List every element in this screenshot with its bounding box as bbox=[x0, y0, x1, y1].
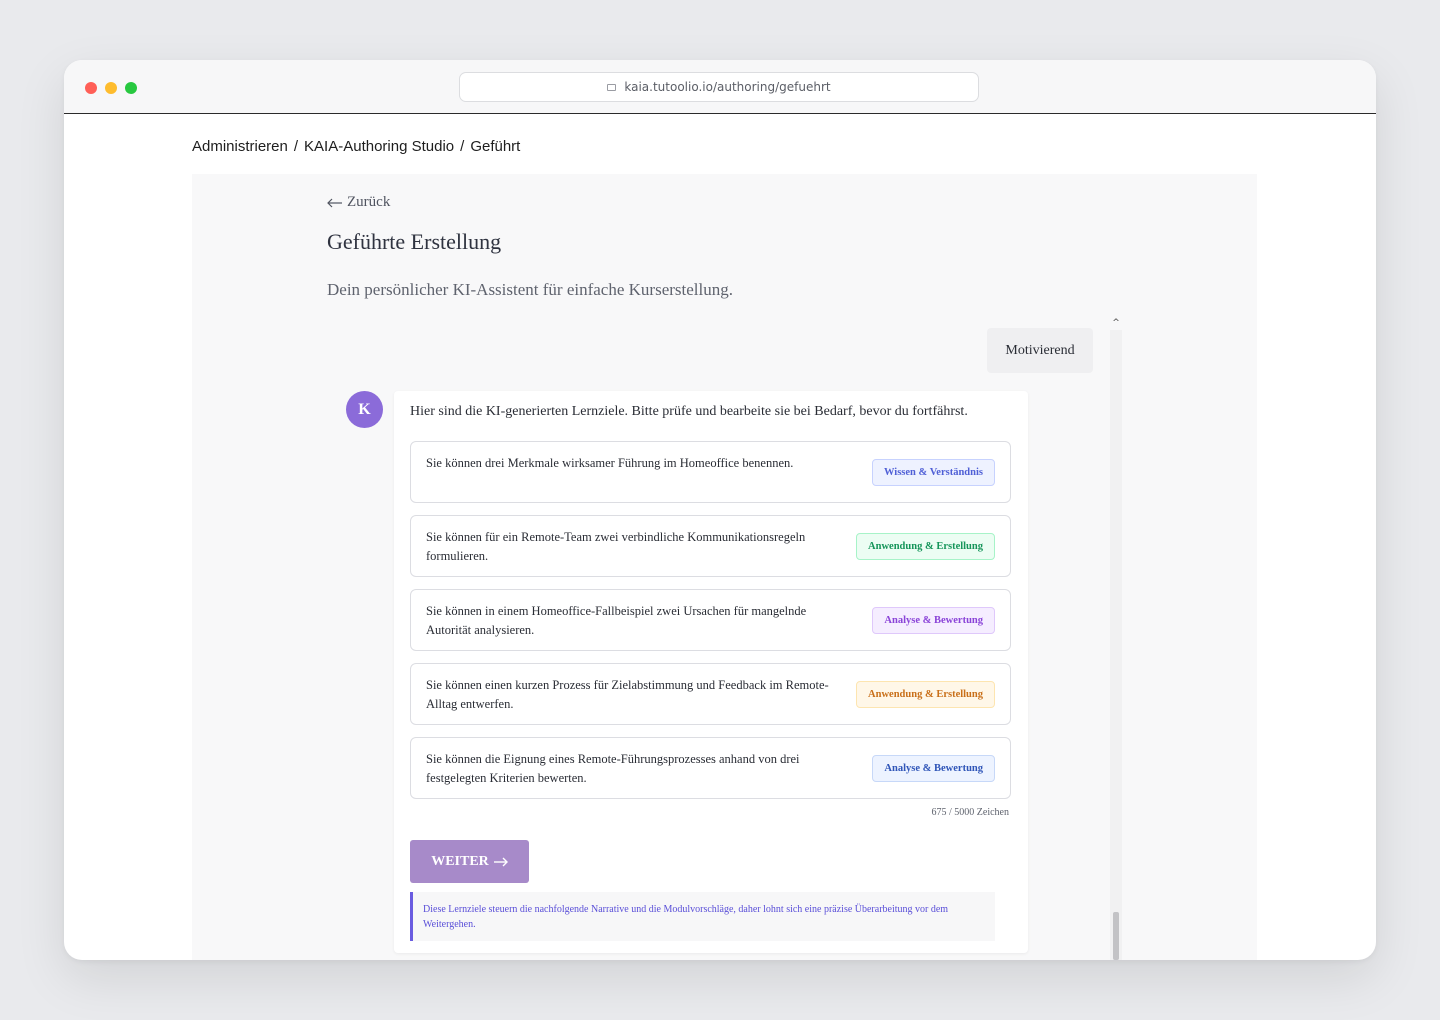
objective-text[interactable]: Sie können für ein Remote-Team zwei verb… bbox=[426, 528, 846, 566]
back-link[interactable]: Zurück bbox=[327, 194, 390, 211]
breadcrumb-separator: / bbox=[460, 138, 465, 155]
scroll-rail[interactable] bbox=[1110, 330, 1122, 960]
address-text: kaia.tutoolio.io/authoring/gefuehrt bbox=[624, 80, 831, 94]
breadcrumb-item-admin[interactable]: Administrieren bbox=[192, 138, 288, 155]
arrow-left-icon bbox=[327, 198, 342, 207]
objective-text[interactable]: Sie können einen kurzen Prozess für Ziel… bbox=[426, 676, 846, 714]
breadcrumb-item-guided: Geführt bbox=[470, 138, 521, 155]
objective-card[interactable]: Sie können drei Merkmale wirksamer Führu… bbox=[410, 441, 1011, 503]
assistant-intro: Hier sind die KI-generierten Lernziele. … bbox=[410, 404, 968, 419]
hint-note: Diese Lernziele steuern die nachfolgende… bbox=[410, 892, 995, 941]
objective-text[interactable]: Sie können drei Merkmale wirksamer Führu… bbox=[426, 454, 846, 473]
arrow-right-icon bbox=[493, 857, 508, 866]
close-window-dot[interactable] bbox=[85, 82, 97, 94]
browser-titlebar: kaia.tutoolio.io/authoring/gefuehrt bbox=[64, 60, 1376, 114]
breadcrumb-item-studio[interactable]: KAIA-Authoring Studio bbox=[304, 138, 454, 155]
page-icon bbox=[607, 83, 617, 91]
assistant-avatar: K bbox=[346, 391, 383, 428]
address-bar[interactable]: kaia.tutoolio.io/authoring/gefuehrt bbox=[459, 72, 979, 102]
objective-level-tag: Analyse & Bewertung bbox=[872, 607, 995, 634]
objective-card[interactable]: Sie können einen kurzen Prozess für Ziel… bbox=[410, 663, 1011, 725]
breadcrumb: Administrieren / KAIA-Authoring Studio /… bbox=[192, 138, 520, 155]
objective-level-tag: Wissen & Verständnis bbox=[871, 459, 995, 486]
minimize-window-dot[interactable] bbox=[105, 82, 117, 94]
next-button-label: WEITER bbox=[431, 853, 489, 869]
breadcrumb-separator: / bbox=[293, 138, 299, 155]
objective-level-tag: Analyse & Bewertung bbox=[872, 755, 995, 782]
back-label: Zurück bbox=[347, 194, 391, 210]
objective-level-tag: Anwendung & Erstellung bbox=[856, 681, 995, 708]
chat-scrollbar[interactable]: ^ bbox=[1110, 318, 1122, 960]
main-panel: Zurück Geführte Erstellung Dein persönli… bbox=[192, 174, 1257, 960]
objective-card[interactable]: Sie können für ein Remote-Team zwei verb… bbox=[410, 515, 1011, 577]
objective-card[interactable]: Sie können in einem Homeoffice-Fallbeisp… bbox=[410, 589, 1011, 651]
user-message: Motivierend bbox=[987, 328, 1093, 373]
chevron-up-icon[interactable]: ^ bbox=[1110, 318, 1122, 328]
objective-text[interactable]: Sie können die Eignung eines Remote-Führ… bbox=[426, 750, 846, 788]
maximize-window-dot[interactable] bbox=[125, 82, 137, 94]
scroll-thumb[interactable] bbox=[1113, 912, 1119, 960]
objective-level-tag: Anwendung & Erstellung bbox=[856, 533, 995, 560]
page-title: Geführte Erstellung bbox=[327, 229, 502, 254]
objective-card[interactable]: Sie können die Eignung eines Remote-Führ… bbox=[410, 737, 1011, 799]
character-counter: 675 / 5000 Zeichen bbox=[931, 807, 1009, 818]
objective-text[interactable]: Sie können in einem Homeoffice-Fallbeisp… bbox=[426, 602, 846, 640]
page-subtitle: Dein persönlicher KI-Assistent für einfa… bbox=[327, 280, 733, 299]
next-button[interactable]: WEITER bbox=[410, 840, 529, 883]
assistant-message: Hier sind die KI-generierten Lernziele. … bbox=[394, 391, 1028, 953]
browser-window: kaia.tutoolio.io/authoring/gefuehrt Admi… bbox=[64, 60, 1376, 960]
